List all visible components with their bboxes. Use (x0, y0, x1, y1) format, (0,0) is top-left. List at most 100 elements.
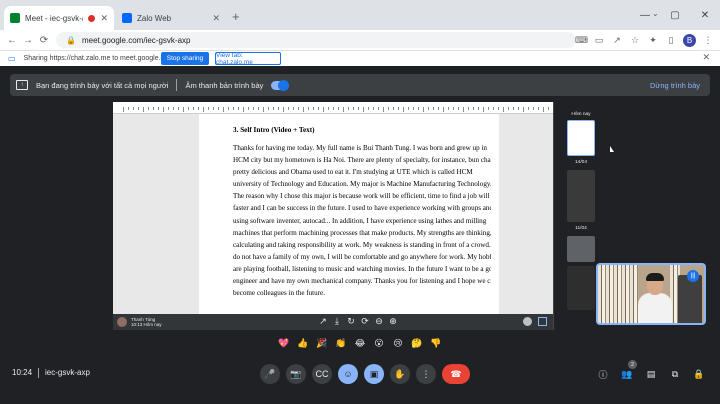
download-icon[interactable]: ⤓ (333, 316, 341, 327)
sidebar-icon[interactable]: ▯ (665, 35, 677, 46)
extensions-icon[interactable]: ✦ (647, 35, 659, 46)
ruler-tick (308, 107, 309, 110)
maximize-icon[interactable]: ▢ (660, 10, 690, 21)
close-tab-icon[interactable]: ✕ (100, 13, 108, 24)
ruler-tick (473, 107, 474, 110)
circle-icon[interactable] (523, 317, 532, 326)
speaking-indicator-icon: ||| (687, 270, 699, 282)
document-line: engineer and have my own mechanical comp… (233, 277, 491, 286)
ruler-tick (288, 107, 289, 110)
raise-hand-button[interactable]: ✋ (390, 364, 410, 384)
thumbnail-current[interactable] (567, 120, 595, 156)
ruler-tick (283, 107, 284, 112)
ruler-tick (458, 107, 459, 110)
camera-button[interactable]: 📷 (286, 364, 306, 384)
host-controls-icon[interactable]: 🔒 (692, 364, 706, 384)
audio-toggle[interactable] (271, 79, 290, 91)
ruler-tick (178, 107, 179, 110)
zoom-out-icon[interactable]: ⊖ (375, 316, 383, 327)
ruler-tick (343, 107, 344, 112)
reaction-thumbs-up[interactable]: 👍 (296, 336, 311, 351)
more-options-button[interactable]: ⋮ (416, 364, 436, 384)
document-viewport[interactable]: 3. Self Intro (Video + Text) Thanks for … (113, 114, 553, 314)
thumbnail-item[interactable] (567, 266, 595, 310)
ruler-tick (268, 107, 269, 110)
microphone-button[interactable]: 🎤 (260, 364, 280, 384)
ruler-tick (498, 107, 499, 110)
screen-share-icon: ▭ (8, 54, 16, 63)
ruler-tick (303, 107, 304, 112)
captions-button[interactable]: CC (312, 364, 332, 384)
chat-icon[interactable]: ▤ (644, 364, 658, 384)
bookmark-star-icon[interactable]: ☆ (629, 35, 641, 46)
view-tab-button[interactable]: View tab: chat.zalo.me (215, 52, 281, 66)
ruler-tick (143, 107, 144, 112)
refresh-icon[interactable]: ⟳ (361, 316, 369, 327)
present-button[interactable]: ▣ (364, 364, 384, 384)
self-view-tile[interactable]: ||| (596, 263, 706, 325)
minimize-icon[interactable]: — (630, 10, 660, 21)
forward-icon[interactable]: → (20, 35, 36, 46)
recording-icon (88, 14, 96, 22)
ruler-tick (538, 107, 539, 110)
leave-call-button[interactable]: ☎ (442, 364, 470, 384)
ruler-tick (208, 107, 209, 110)
address-bar[interactable]: 🔒 meet.google.com/iec-gsvk-axp (56, 32, 576, 48)
menu-icon[interactable]: ⋮ (702, 35, 714, 46)
reaction-surprised[interactable]: 😮 (372, 336, 387, 351)
rotate-icon[interactable]: ↻ (347, 316, 355, 327)
close-tab-icon[interactable]: ✕ (212, 13, 220, 24)
sharing-text: Sharing https://chat.zalo.me to meet.goo… (23, 55, 174, 62)
ruler-tick (443, 107, 444, 112)
share-icon[interactable]: ↗ (319, 316, 327, 327)
ruler-tick (468, 107, 469, 110)
side-panel-controls: ⓘ 👥 2 ▤ ⧉ 🔒 (596, 360, 706, 384)
close-infobar-icon[interactable]: ✕ (702, 52, 710, 63)
new-tab-button[interactable]: + (232, 9, 240, 24)
close-window-icon[interactable]: ✕ (690, 10, 720, 21)
reaction-thumbs-down[interactable]: 👎 (429, 336, 444, 351)
thumbnail-image[interactable] (567, 236, 595, 262)
reaction-thinking[interactable]: 🤔 (410, 336, 425, 351)
ruler-tick (263, 107, 264, 112)
meeting-info: 10:24 iec-gsvk-axp (12, 368, 90, 378)
reload-icon[interactable]: ⟳ (36, 35, 52, 46)
ruler-tick (173, 107, 174, 110)
tab-meet[interactable]: Meet - iec-gsvk-axp ✕ (4, 6, 114, 30)
stop-presenting-button[interactable]: Dừng trình bày (650, 81, 700, 90)
viewer-right-tools (523, 317, 547, 326)
stop-sharing-button[interactable]: Stop sharing (161, 52, 209, 65)
reaction-clap[interactable]: 👏 (334, 336, 349, 351)
reaction-sad[interactable]: 😢 (391, 336, 406, 351)
ruler-tick (378, 107, 379, 110)
ruler-tick (508, 107, 509, 110)
back-icon[interactable]: ← (4, 35, 20, 46)
reaction-party[interactable]: 🎉 (315, 336, 330, 351)
viewer-tools: ↗ ⤓ ↻ ⟳ ⊖ ⊕ (319, 316, 397, 327)
ruler-tick (383, 107, 384, 112)
ruler-tick (333, 107, 334, 110)
ruler-tick (428, 107, 429, 110)
reaction-heart[interactable]: 💖 (277, 336, 292, 351)
zoom-in-icon[interactable]: ⊕ (389, 316, 397, 327)
fullscreen-icon[interactable] (538, 317, 547, 326)
browser-toolbar: ← → ⟳ 🔒 meet.google.com/iec-gsvk-axp ⌨ ▭… (0, 30, 720, 50)
participant-count-badge: 2 (628, 360, 637, 369)
meeting-details-icon[interactable]: ⓘ (596, 364, 610, 384)
people-button[interactable]: 👥 2 (620, 360, 637, 384)
site-info-icon[interactable]: 🔒 (66, 36, 76, 45)
tab-zalo[interactable]: Zalo Web ✕ (116, 6, 226, 30)
present-icon: ↑ (16, 80, 28, 90)
translate-icon[interactable]: ⌨ (575, 35, 588, 46)
thumbnail-item[interactable] (567, 170, 595, 222)
activities-icon[interactable]: ⧉ (668, 364, 682, 384)
reaction-laugh[interactable]: 😂 (353, 336, 368, 351)
share-icon[interactable]: ↗ (611, 35, 623, 46)
camera-indicator-icon[interactable]: ▭ (593, 35, 605, 46)
profile-avatar[interactable]: B (683, 33, 696, 47)
ruler-tick (273, 107, 274, 110)
url-text: meet.google.com/iec-gsvk-axp (81, 35, 191, 45)
document-line: are playing football, listening to music… (233, 264, 491, 273)
ruler-tick (418, 107, 419, 110)
emoji-button[interactable]: ☺ (338, 364, 358, 384)
